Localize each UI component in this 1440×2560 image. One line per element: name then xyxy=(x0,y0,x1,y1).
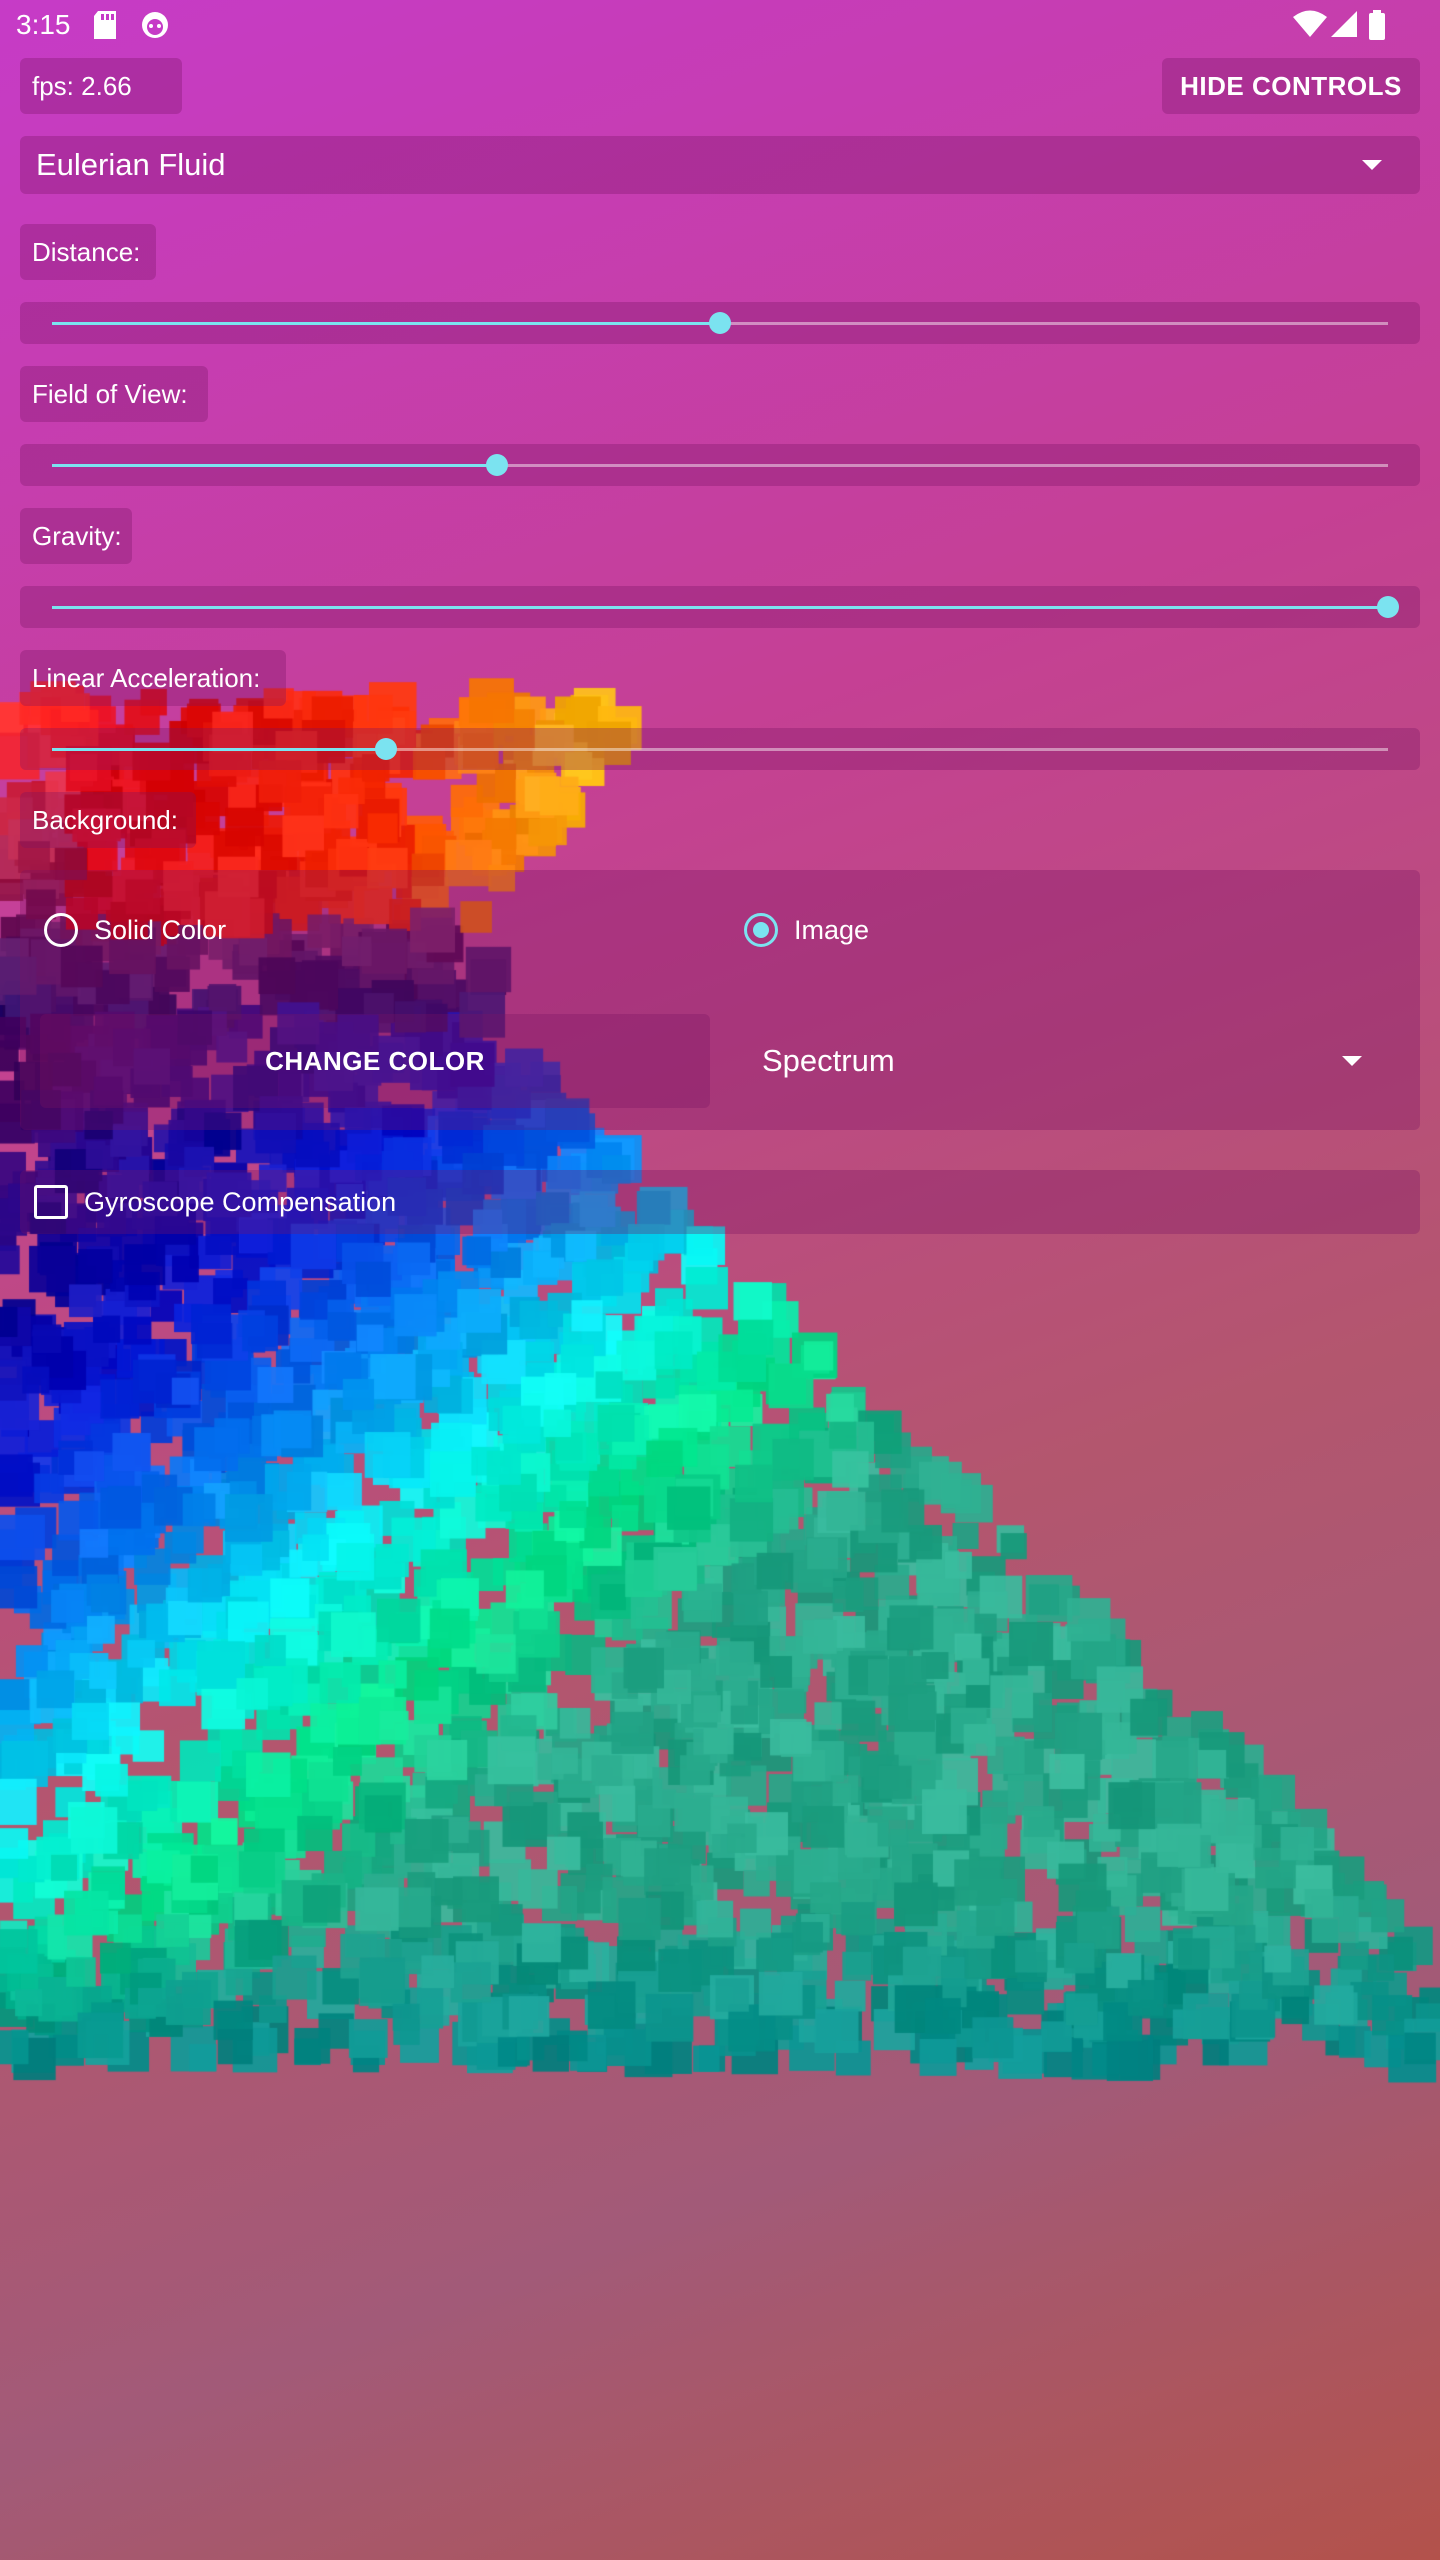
hide-controls-label: HIDE CONTROLS xyxy=(1180,70,1402,101)
gravity-label: Gravity: xyxy=(32,520,122,551)
slider-thumb[interactable] xyxy=(1377,596,1399,618)
linear-acceleration-label-chip: Linear Acceleration: xyxy=(20,650,286,706)
slider-fill xyxy=(52,748,386,751)
cellular-signal-icon xyxy=(1331,11,1357,37)
chevron-down-icon xyxy=(1342,1056,1362,1066)
change-color-button[interactable]: CHANGE COLOR xyxy=(40,1014,710,1108)
slider-fill xyxy=(52,606,1388,609)
image-label[interactable]: Image xyxy=(794,915,869,946)
fps-counter: fps: 2.66 xyxy=(20,58,182,114)
slider-thumb[interactable] xyxy=(485,454,508,476)
background-label: Background: xyxy=(32,804,178,835)
distance-label-chip: Distance: xyxy=(20,224,156,280)
gyroscope-checkbox[interactable] xyxy=(34,1185,68,1219)
image-radio[interactable] xyxy=(744,913,778,947)
slider-track-rest xyxy=(386,748,1388,751)
simulation-select-value: Eulerian Fluid xyxy=(36,147,226,182)
slider-fill xyxy=(52,464,497,467)
fov-label: Field of View: xyxy=(32,378,188,409)
slider-track-rest xyxy=(720,322,1388,325)
solid-color-label[interactable]: Solid Color xyxy=(94,915,226,946)
background-label-chip: Background: xyxy=(20,792,196,848)
hide-controls-button[interactable]: HIDE CONTROLS xyxy=(1162,58,1420,114)
linear-acceleration-slider[interactable] xyxy=(52,738,1388,760)
solid-color-radio[interactable] xyxy=(44,913,78,947)
status-bar: 3:15 xyxy=(0,0,1440,50)
fov-label-chip: Field of View: xyxy=(20,366,208,422)
gyroscope-label[interactable]: Gyroscope Compensation xyxy=(84,1187,396,1218)
background-image-select-value: Spectrum xyxy=(762,1043,895,1078)
slider-track-rest xyxy=(496,464,1388,467)
gravity-slider[interactable] xyxy=(52,596,1399,618)
sd-card-icon xyxy=(94,11,116,39)
fov-slider[interactable] xyxy=(52,454,1388,476)
linear-acceleration-label: Linear Acceleration: xyxy=(32,662,261,693)
android-debug-icon xyxy=(142,12,168,38)
chevron-down-icon xyxy=(1362,160,1382,170)
slider-thumb[interactable] xyxy=(375,738,397,760)
simulation-select[interactable]: Eulerian Fluid xyxy=(20,136,1420,194)
change-color-label: CHANGE COLOR xyxy=(265,1045,485,1076)
status-time: 3:15 xyxy=(16,9,71,40)
fps-text: fps: 2.66 xyxy=(32,70,132,101)
gravity-label-chip: Gravity: xyxy=(20,508,132,564)
background-image-select[interactable]: Spectrum xyxy=(742,1014,1402,1108)
distance-slider[interactable] xyxy=(52,312,1388,334)
battery-icon xyxy=(1369,10,1385,40)
fluid-simulation-canvas[interactable] xyxy=(0,0,1440,2560)
slider-fill xyxy=(52,322,720,325)
distance-label: Distance: xyxy=(32,236,141,267)
slider-thumb[interactable] xyxy=(709,312,731,334)
wifi-icon xyxy=(1293,10,1327,37)
